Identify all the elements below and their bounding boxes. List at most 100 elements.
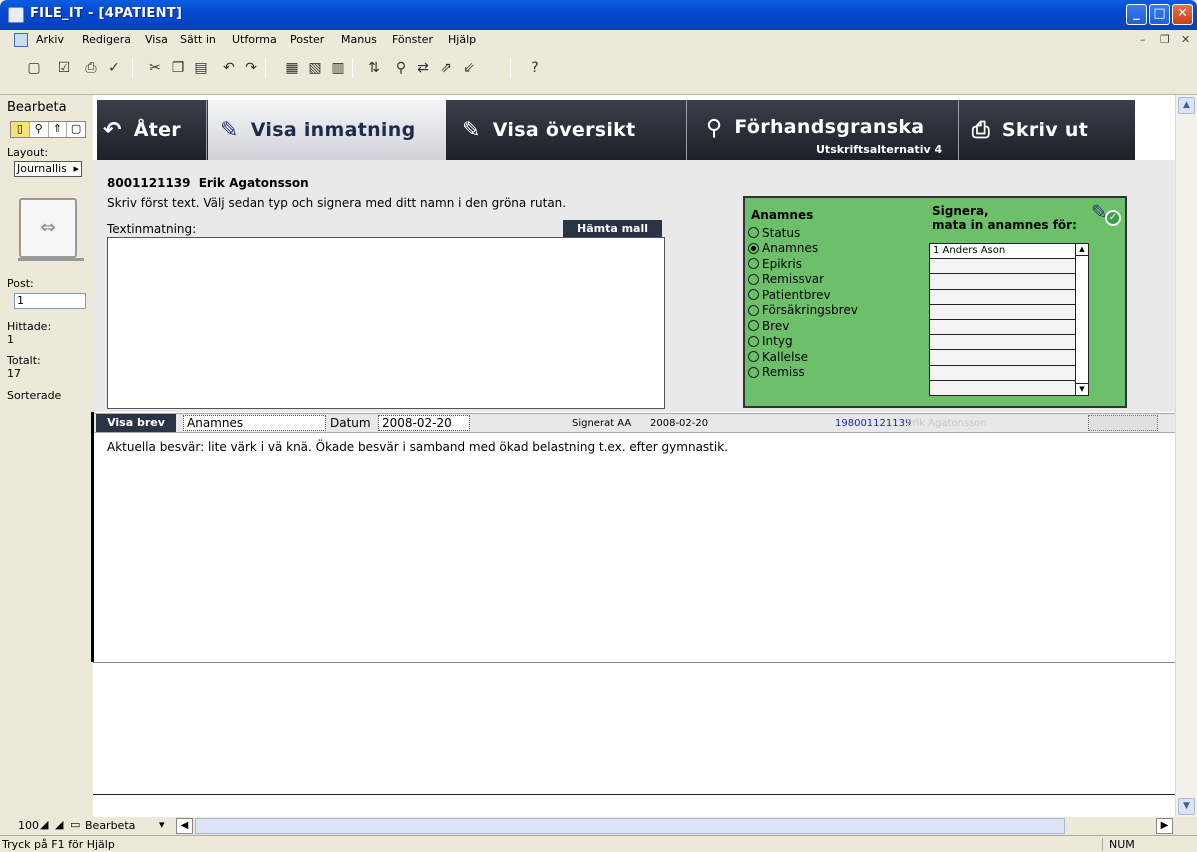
- mdi-close-button[interactable]: ✕: [1181, 33, 1190, 46]
- mode-indicator[interactable]: Bearbeta: [85, 819, 135, 832]
- browse-mode-icon[interactable]: ▯: [11, 122, 30, 137]
- copy-icon[interactable]: ❐: [169, 59, 187, 77]
- type-radio-f-rs-kringsbrev[interactable]: Försäkringsbrev: [748, 303, 928, 319]
- new-doc-icon[interactable]: ▢: [25, 59, 43, 77]
- preview-mode-icon[interactable]: ▢: [67, 122, 85, 137]
- type-radio-patientbrev[interactable]: Patientbrev: [748, 287, 928, 303]
- signer-row[interactable]: [930, 319, 1088, 336]
- radio-button-icon[interactable]: [748, 273, 759, 285]
- document-icon[interactable]: [14, 33, 28, 47]
- signer-row[interactable]: [930, 335, 1088, 351]
- signer-row[interactable]: [930, 350, 1088, 366]
- radio-button-icon[interactable]: [748, 304, 759, 316]
- delete-record-icon[interactable]: ▥: [329, 59, 347, 77]
- menu-satt-in[interactable]: Sätt in: [180, 33, 216, 46]
- import-icon[interactable]: ⇙: [460, 59, 478, 77]
- signer-list-scrollbar[interactable]: ▲ ▼: [1075, 244, 1088, 395]
- maximize-button[interactable]: □: [1149, 4, 1170, 25]
- zoom-level[interactable]: 100: [18, 819, 39, 832]
- replace-icon[interactable]: ⇄: [414, 59, 432, 77]
- signer-row[interactable]: [930, 274, 1088, 290]
- checkbox-icon[interactable]: ☑: [55, 59, 73, 77]
- type-radio-status[interactable]: Status: [748, 225, 928, 241]
- close-button[interactable]: ✕: [1172, 4, 1193, 25]
- minimize-button[interactable]: _: [1126, 4, 1147, 25]
- tab-visa-inmatning[interactable]: ✎ Visa inmatning: [208, 100, 446, 160]
- record-slider[interactable]: [18, 258, 84, 261]
- duplicate-record-icon[interactable]: ▧: [306, 59, 324, 77]
- scroll-up-icon[interactable]: ▲: [1178, 97, 1195, 114]
- radio-button-icon[interactable]: [748, 335, 759, 347]
- radio-button-icon[interactable]: [748, 242, 759, 254]
- find-icon[interactable]: ⚲: [392, 59, 410, 77]
- spellcheck-icon[interactable]: ✓: [105, 59, 123, 77]
- signer-list[interactable]: 1 Anders Ason: [929, 243, 1089, 396]
- type-radio-brev[interactable]: Brev: [748, 318, 928, 334]
- mode-dropdown-icon[interactable]: ▾: [159, 818, 165, 831]
- signer-row[interactable]: [930, 365, 1088, 381]
- print-button[interactable]: ⎙ Skriv ut: [972, 100, 1122, 160]
- textinput-field[interactable]: [107, 237, 665, 409]
- mdi-restore-button[interactable]: ❐: [1160, 33, 1170, 46]
- menu-hjalp[interactable]: Hjälp: [448, 33, 476, 46]
- record-extra-field[interactable]: [1088, 415, 1158, 431]
- date-field[interactable]: 2008-02-20: [378, 415, 470, 431]
- record-type-field[interactable]: Anamnes: [183, 415, 326, 431]
- redo-icon[interactable]: ↷: [242, 59, 260, 77]
- mdi-minimize-button[interactable]: –: [1140, 33, 1146, 46]
- radio-button-icon[interactable]: [748, 289, 759, 301]
- note-text: Aktuella besvär: lite värk i vä knä. Öka…: [107, 440, 728, 454]
- type-radio-remissvar[interactable]: Remissvar: [748, 272, 928, 288]
- menu-redigera[interactable]: Redigera: [82, 33, 131, 46]
- layout-dropdown[interactable]: Journallis ▸: [14, 161, 82, 177]
- status-toggle-icon[interactable]: ▭: [70, 818, 80, 831]
- list-up-icon[interactable]: ▲: [1076, 244, 1088, 256]
- scroll-right-icon[interactable]: ▶: [1156, 818, 1173, 834]
- menu-visa[interactable]: Visa: [145, 33, 168, 46]
- signer-row[interactable]: [930, 259, 1088, 275]
- new-record-icon[interactable]: ▦: [283, 59, 301, 77]
- print-options-link[interactable]: Utskriftsalternativ 4: [816, 143, 942, 156]
- show-letter-button[interactable]: Visa brev: [96, 414, 176, 432]
- radio-button-icon[interactable]: [748, 351, 759, 363]
- print-icon[interactable]: ⎙: [82, 59, 100, 77]
- scroll-left-icon[interactable]: ◀: [176, 818, 193, 834]
- help-icon[interactable]: ?: [526, 59, 544, 77]
- type-radio-kallelse[interactable]: Kallelse: [748, 349, 928, 365]
- zoom-out-icon[interactable]: ◢: [40, 818, 48, 831]
- menu-poster[interactable]: Poster: [290, 33, 324, 46]
- type-radio-remiss[interactable]: Remiss: [748, 365, 928, 381]
- radio-button-icon[interactable]: [748, 258, 759, 270]
- cut-icon[interactable]: ✂: [146, 59, 164, 77]
- radio-button-icon[interactable]: [748, 227, 759, 239]
- list-down-icon[interactable]: ▼: [1076, 383, 1088, 395]
- find-mode-icon[interactable]: ⚲: [30, 122, 49, 137]
- record-book-icon[interactable]: ⇔: [19, 198, 77, 258]
- horizontal-scroll-thumb[interactable]: [195, 818, 1065, 834]
- back-button[interactable]: ↶ Åter: [103, 100, 206, 160]
- signer-row[interactable]: [930, 289, 1088, 305]
- sort-icon[interactable]: ⇅: [365, 59, 383, 77]
- tab-visa-oversikt[interactable]: ✎ Visa översikt: [462, 100, 684, 160]
- type-radio-intyg[interactable]: Intyg: [748, 334, 928, 350]
- menu-fonster[interactable]: Fönster: [392, 33, 433, 46]
- signer-row[interactable]: [930, 304, 1088, 320]
- signer-row[interactable]: 1 Anders Ason: [930, 244, 1088, 260]
- menu-manus[interactable]: Manus: [341, 33, 377, 46]
- type-radio-epikris[interactable]: Epikris: [748, 256, 928, 272]
- radio-button-icon[interactable]: [748, 366, 759, 378]
- radio-button-icon[interactable]: [748, 320, 759, 332]
- post-field[interactable]: 1: [14, 293, 86, 309]
- undo-icon[interactable]: ↶: [220, 59, 238, 77]
- paste-icon[interactable]: ▤: [192, 59, 210, 77]
- export-icon[interactable]: ⇗: [437, 59, 455, 77]
- vertical-scrollbar[interactable]: ▲ ▼: [1175, 95, 1197, 817]
- layout-mode-icon[interactable]: ⇑: [49, 122, 68, 137]
- menu-arkiv[interactable]: Arkiv: [36, 33, 64, 46]
- signer-row[interactable]: [930, 380, 1088, 396]
- scroll-down-icon[interactable]: ▼: [1178, 798, 1195, 815]
- menu-utforma[interactable]: Utforma: [232, 33, 277, 46]
- zoom-in-icon[interactable]: ◢: [55, 818, 63, 831]
- template-button[interactable]: Hämta mall: [563, 220, 662, 237]
- type-radio-anamnes[interactable]: Anamnes: [748, 241, 928, 257]
